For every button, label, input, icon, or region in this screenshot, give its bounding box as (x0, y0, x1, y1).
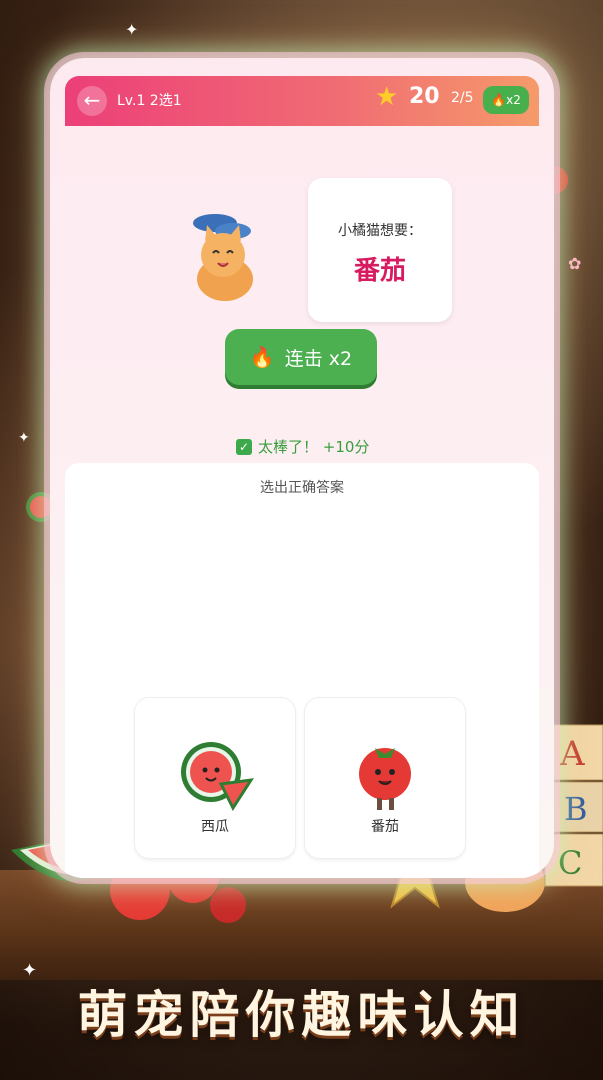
back-button[interactable]: ← (77, 86, 107, 116)
combo-button[interactable]: 🔥 连击 x2 (225, 329, 377, 385)
instruction-text: 选出正确答案 (260, 480, 344, 496)
feedback-text: 太棒了！ +10分 (258, 438, 370, 456)
option-watermelon[interactable]: 西瓜 (135, 698, 295, 858)
request-prompt: 小橘猫想要： (338, 223, 422, 239)
fire-icon: 🔥 (491, 93, 507, 107)
question-progress: 2/5 (451, 90, 474, 106)
option-tomato[interactable]: 番茄 (305, 698, 465, 858)
level-label: Lv.1 2选1 (117, 93, 182, 109)
score-value: 20 (409, 84, 440, 109)
target-word: 番茄 (353, 256, 406, 286)
combo-badge-text: x2 (506, 93, 521, 107)
answer-panel: 选出正确答案 西瓜 番茄 (65, 463, 539, 878)
combo-button-label: 连击 x2 (284, 347, 353, 370)
request-bubble: 小橘猫想要： 番茄 (308, 178, 452, 322)
flower-icon: ✿ (568, 254, 582, 273)
tomato-icon (345, 734, 425, 814)
option-label: 西瓜 (201, 819, 229, 835)
option-label: 番茄 (371, 819, 399, 835)
combo-badge: 🔥x2 (483, 86, 529, 114)
watermelon-icon (175, 734, 255, 814)
orange-cat-avatar (185, 213, 267, 303)
back-arrow-icon: ← (83, 88, 101, 112)
check-icon: ✓ (236, 438, 252, 455)
svg-text:C: C (558, 844, 582, 882)
header-bar: ← Lv.1 2选1 ★ 20 2/5 🔥x2 (65, 76, 539, 126)
sparkle-icon: ✦ (125, 20, 139, 39)
svg-text:A: A (559, 734, 585, 774)
promo-banner-title: 萌宠陪你趣味认知 (77, 986, 526, 1044)
feedback-message: ✓ 太棒了！ +10分 (236, 436, 369, 457)
svg-text:B: B (564, 790, 588, 828)
star-icon: ★ (375, 82, 399, 112)
sparkle-icon: ✦ (18, 430, 30, 446)
game-screen: ← Lv.1 2选1 ★ 20 2/5 🔥x2 小橘猫想要： 番茄 🔥 连击 x… (50, 58, 554, 878)
fire-icon: 🔥 (249, 345, 275, 369)
